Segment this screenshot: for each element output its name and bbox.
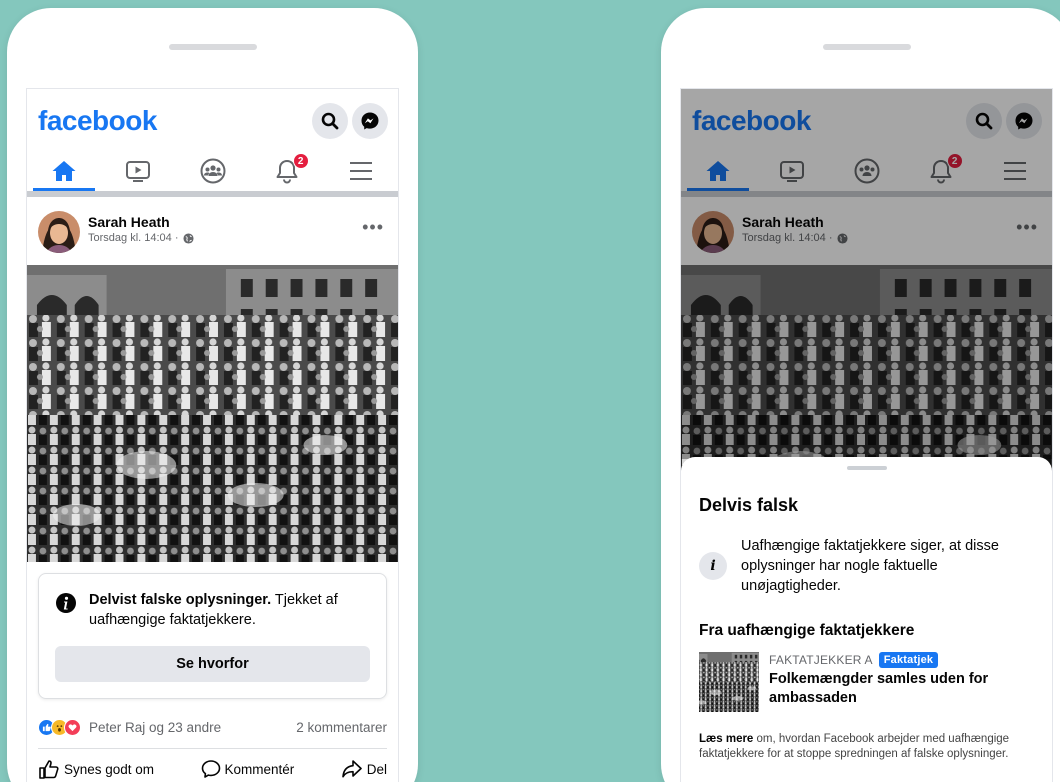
- search-button: [966, 103, 1002, 139]
- fact-checker-name: FAKTATJEKKER A: [769, 653, 873, 667]
- main-nav: 2: [681, 151, 1052, 191]
- watch-icon: [780, 161, 805, 182]
- phone-speaker: [168, 44, 257, 50]
- post-header: Sarah Heath Torsdag kl. 14:04 · •••: [27, 197, 398, 265]
- menu-icon: [1003, 162, 1026, 180]
- reactions-text: Peter Raj og 23 andre: [89, 720, 222, 735]
- comments-count[interactable]: 2 kommentarer: [296, 720, 387, 735]
- info-icon: i: [699, 552, 727, 580]
- feed-screen: facebook 2 Sarah Heath Torsdag kl. 14:04…: [26, 88, 399, 782]
- messenger-button[interactable]: [352, 103, 388, 139]
- learn-more-link[interactable]: Læs mere: [699, 733, 753, 745]
- reactions-bar: Peter Raj og 23 andre 2 kommentarer: [38, 715, 387, 749]
- false-info-warning: Delvist falske oplysninger. Tjekket af u…: [38, 573, 387, 699]
- groups-icon: [200, 158, 225, 184]
- rating-info: i Uafhængige faktatjekkere siger, at dis…: [699, 536, 1034, 596]
- comment-icon: [201, 760, 220, 778]
- thumbs-up-icon: [39, 760, 59, 779]
- share-icon: [341, 760, 362, 778]
- globe-icon: [182, 232, 194, 244]
- app-header: facebook 2: [681, 89, 1052, 197]
- post-photo[interactable]: [27, 265, 398, 562]
- avatar-image: [38, 211, 80, 253]
- post-meta: Torsdag kl. 14:04 ·: [88, 232, 194, 244]
- warning-bold: Delvist falske oplysninger.: [89, 592, 272, 608]
- learn-more-text: Læs mere om, hvordan Facebook arbejder m…: [699, 732, 1034, 762]
- nav-menu[interactable]: [324, 151, 398, 191]
- like-button[interactable]: Synes godt om: [38, 759, 154, 779]
- messenger-button: [1006, 103, 1042, 139]
- warning-text: Delvist falske oplysninger. Tjekket af u…: [89, 590, 370, 630]
- search-icon: [975, 112, 993, 130]
- post-options-button[interactable]: •••: [362, 218, 384, 236]
- see-why-button[interactable]: Se hvorfor: [55, 646, 370, 682]
- fact-checkers-heading: Fra uafhængige faktatjekkere: [699, 622, 915, 639]
- home-icon: [52, 161, 76, 181]
- post-meta: Torsdag kl. 14:04 ·: [742, 232, 848, 244]
- messenger-icon: [1015, 112, 1033, 130]
- main-nav: 2: [27, 151, 398, 191]
- home-icon: [706, 161, 730, 181]
- reactions-summary[interactable]: Peter Raj og 23 andre: [38, 719, 221, 736]
- post-author: Sarah Heath: [742, 214, 824, 230]
- article-thumbnail: [699, 652, 759, 712]
- fact-check-tag: Faktatjek: [878, 652, 939, 668]
- post-options-button: •••: [1016, 217, 1038, 237]
- rating-info-text: Uafhængige faktatjekkere siger, at disse…: [741, 538, 999, 594]
- nav-watch[interactable]: [101, 151, 175, 191]
- share-button[interactable]: Del: [341, 759, 387, 779]
- sheet-drag-handle[interactable]: [846, 466, 887, 470]
- avatar: [692, 211, 734, 253]
- article-source: FAKTATJEKKER A Faktatjek: [769, 652, 1034, 668]
- share-label: Del: [366, 761, 387, 777]
- phone-right: facebook 2 Sarah Heath Torsdag kl. 14:04…: [661, 8, 1060, 782]
- nav-groups[interactable]: [175, 151, 249, 191]
- groups-icon: [854, 158, 879, 184]
- search-button[interactable]: [312, 103, 348, 139]
- nav-menu: [978, 151, 1052, 191]
- nav-notifications[interactable]: 2: [250, 151, 324, 191]
- like-label: Synes godt om: [64, 761, 155, 777]
- facebook-logo: facebook: [692, 105, 811, 136]
- info-icon: [56, 593, 76, 613]
- phone-speaker: [822, 44, 911, 50]
- globe-icon: [836, 232, 848, 244]
- nav-home: [681, 151, 755, 191]
- notification-badge: 2: [292, 153, 309, 169]
- avatar[interactable]: [38, 211, 80, 253]
- nav-home[interactable]: [27, 151, 101, 191]
- post-actions: Synes godt om Kommentér Del: [38, 749, 387, 782]
- nav-notifications: 2: [904, 151, 978, 191]
- article-headline[interactable]: Folkemængder samles uden for ambassaden: [769, 670, 1034, 708]
- nav-watch: [755, 151, 829, 191]
- love-reaction-icon: [64, 719, 81, 736]
- search-icon: [321, 112, 339, 130]
- notification-badge: 2: [946, 153, 963, 169]
- avatar-image: [692, 211, 734, 253]
- watch-icon: [126, 161, 151, 182]
- comment-label: Kommentér: [224, 761, 295, 777]
- menu-icon: [349, 162, 372, 180]
- fact-check-sheet: Delvis falsk i Uafhængige faktatjekkere …: [681, 457, 1052, 782]
- post-timestamp: Torsdag kl. 14:04 ·: [742, 232, 833, 244]
- facebook-logo[interactable]: facebook: [38, 105, 157, 137]
- nav-groups: [829, 151, 903, 191]
- post-author[interactable]: Sarah Heath: [88, 214, 170, 230]
- phone-left: facebook 2 Sarah Heath Torsdag kl. 14:04…: [7, 8, 418, 782]
- app-header: facebook 2: [27, 89, 398, 197]
- fact-check-screen: facebook 2 Sarah Heath Torsdag kl. 14:04…: [680, 88, 1053, 782]
- sheet-title: Delvis falsk: [699, 495, 799, 515]
- post-header: Sarah Heath Torsdag kl. 14:04 · •••: [681, 197, 1052, 265]
- comment-button[interactable]: Kommentér: [201, 759, 295, 779]
- messenger-icon: [361, 112, 379, 130]
- post-timestamp[interactable]: Torsdag kl. 14:04 ·: [88, 232, 179, 244]
- fact-check-article[interactable]: FAKTATJEKKER A Faktatjek Folkemængder sa…: [699, 652, 1034, 712]
